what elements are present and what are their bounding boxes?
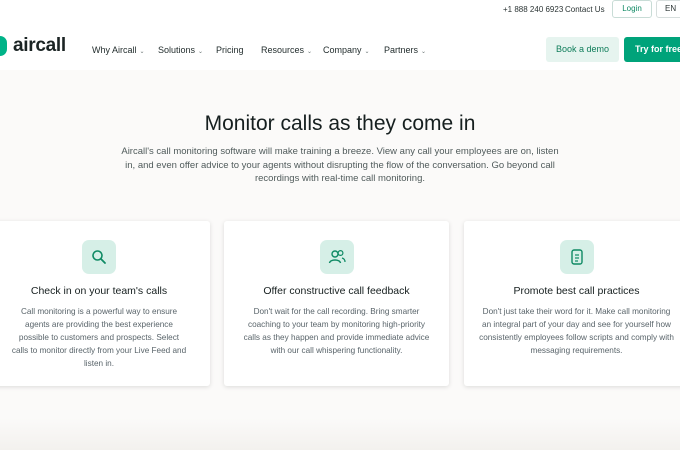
users-icon xyxy=(319,240,354,274)
chevron-down-icon: ⌄ xyxy=(364,49,370,55)
nav-item-partners[interactable]: Partners ⌄ xyxy=(384,45,426,55)
contact-us-link[interactable]: Contact Us xyxy=(565,5,605,14)
utility-bar: +1 888 240 6923 Contact Us Login EN xyxy=(0,0,680,20)
search-icon xyxy=(82,240,116,274)
feature-card-best-practices: Promote best call practices Don't just t… xyxy=(464,221,680,386)
logo-mark-icon xyxy=(0,36,7,56)
nav-item-label: Resources xyxy=(261,45,305,55)
aircall-logo[interactable]: aircall xyxy=(0,35,66,57)
chevron-down-icon: ⌄ xyxy=(139,49,145,55)
card-title: Promote best call practices xyxy=(513,285,640,297)
book-demo-button[interactable]: Book a demo xyxy=(546,37,619,62)
nav-item-solutions[interactable]: Solutions ⌄ xyxy=(158,45,203,55)
logo-wordmark: aircall xyxy=(13,35,66,56)
card-body: Call monitoring is a powerful way to ens… xyxy=(11,307,187,368)
document-icon xyxy=(559,240,594,274)
nav-item-why-aircall[interactable]: Why Aircall ⌄ xyxy=(92,45,145,55)
card-body: Don't just take their word for it. Make … xyxy=(479,307,674,355)
card-title: Check in on your team's calls xyxy=(30,285,168,297)
card-title: Offer constructive call feedback xyxy=(263,285,410,297)
try-free-button[interactable]: Try for free xyxy=(624,37,680,62)
chevron-down-icon: ⌄ xyxy=(421,49,427,55)
nav-item-label: Why Aircall xyxy=(92,45,137,55)
card-body: Don't wait for the call recording. Bring… xyxy=(243,307,430,355)
hero-subtitle: Aircall's call monitoring software will … xyxy=(121,146,559,184)
page-title: Monitor calls as they come in xyxy=(204,112,476,135)
login-button[interactable]: Login xyxy=(612,0,652,18)
chevron-down-icon: ⌄ xyxy=(307,49,313,55)
section-divider xyxy=(0,418,680,450)
nav-item-company[interactable]: Company ⌄ xyxy=(323,45,370,55)
nav-item-resources[interactable]: Resources ⌄ xyxy=(261,45,312,55)
nav-item-label: Solutions xyxy=(158,45,196,55)
language-selector[interactable]: EN xyxy=(656,0,680,18)
nav-item-label: Pricing xyxy=(216,45,244,55)
feature-card-feedback: Offer constructive call feedback Don't w… xyxy=(224,221,449,386)
main-nav: aircall Why Aircall ⌄ Solutions ⌄ Pricing … xyxy=(0,22,680,68)
chevron-down-icon: ⌄ xyxy=(198,49,204,55)
nav-item-label: Company xyxy=(323,45,362,55)
nav-item-pricing[interactable]: Pricing xyxy=(216,45,244,55)
feature-card-check-in: Check in on your team's calls Call monit… xyxy=(0,221,210,386)
phone-link[interactable]: +1 888 240 6923 xyxy=(503,5,563,14)
nav-item-label: Partners xyxy=(384,45,419,55)
